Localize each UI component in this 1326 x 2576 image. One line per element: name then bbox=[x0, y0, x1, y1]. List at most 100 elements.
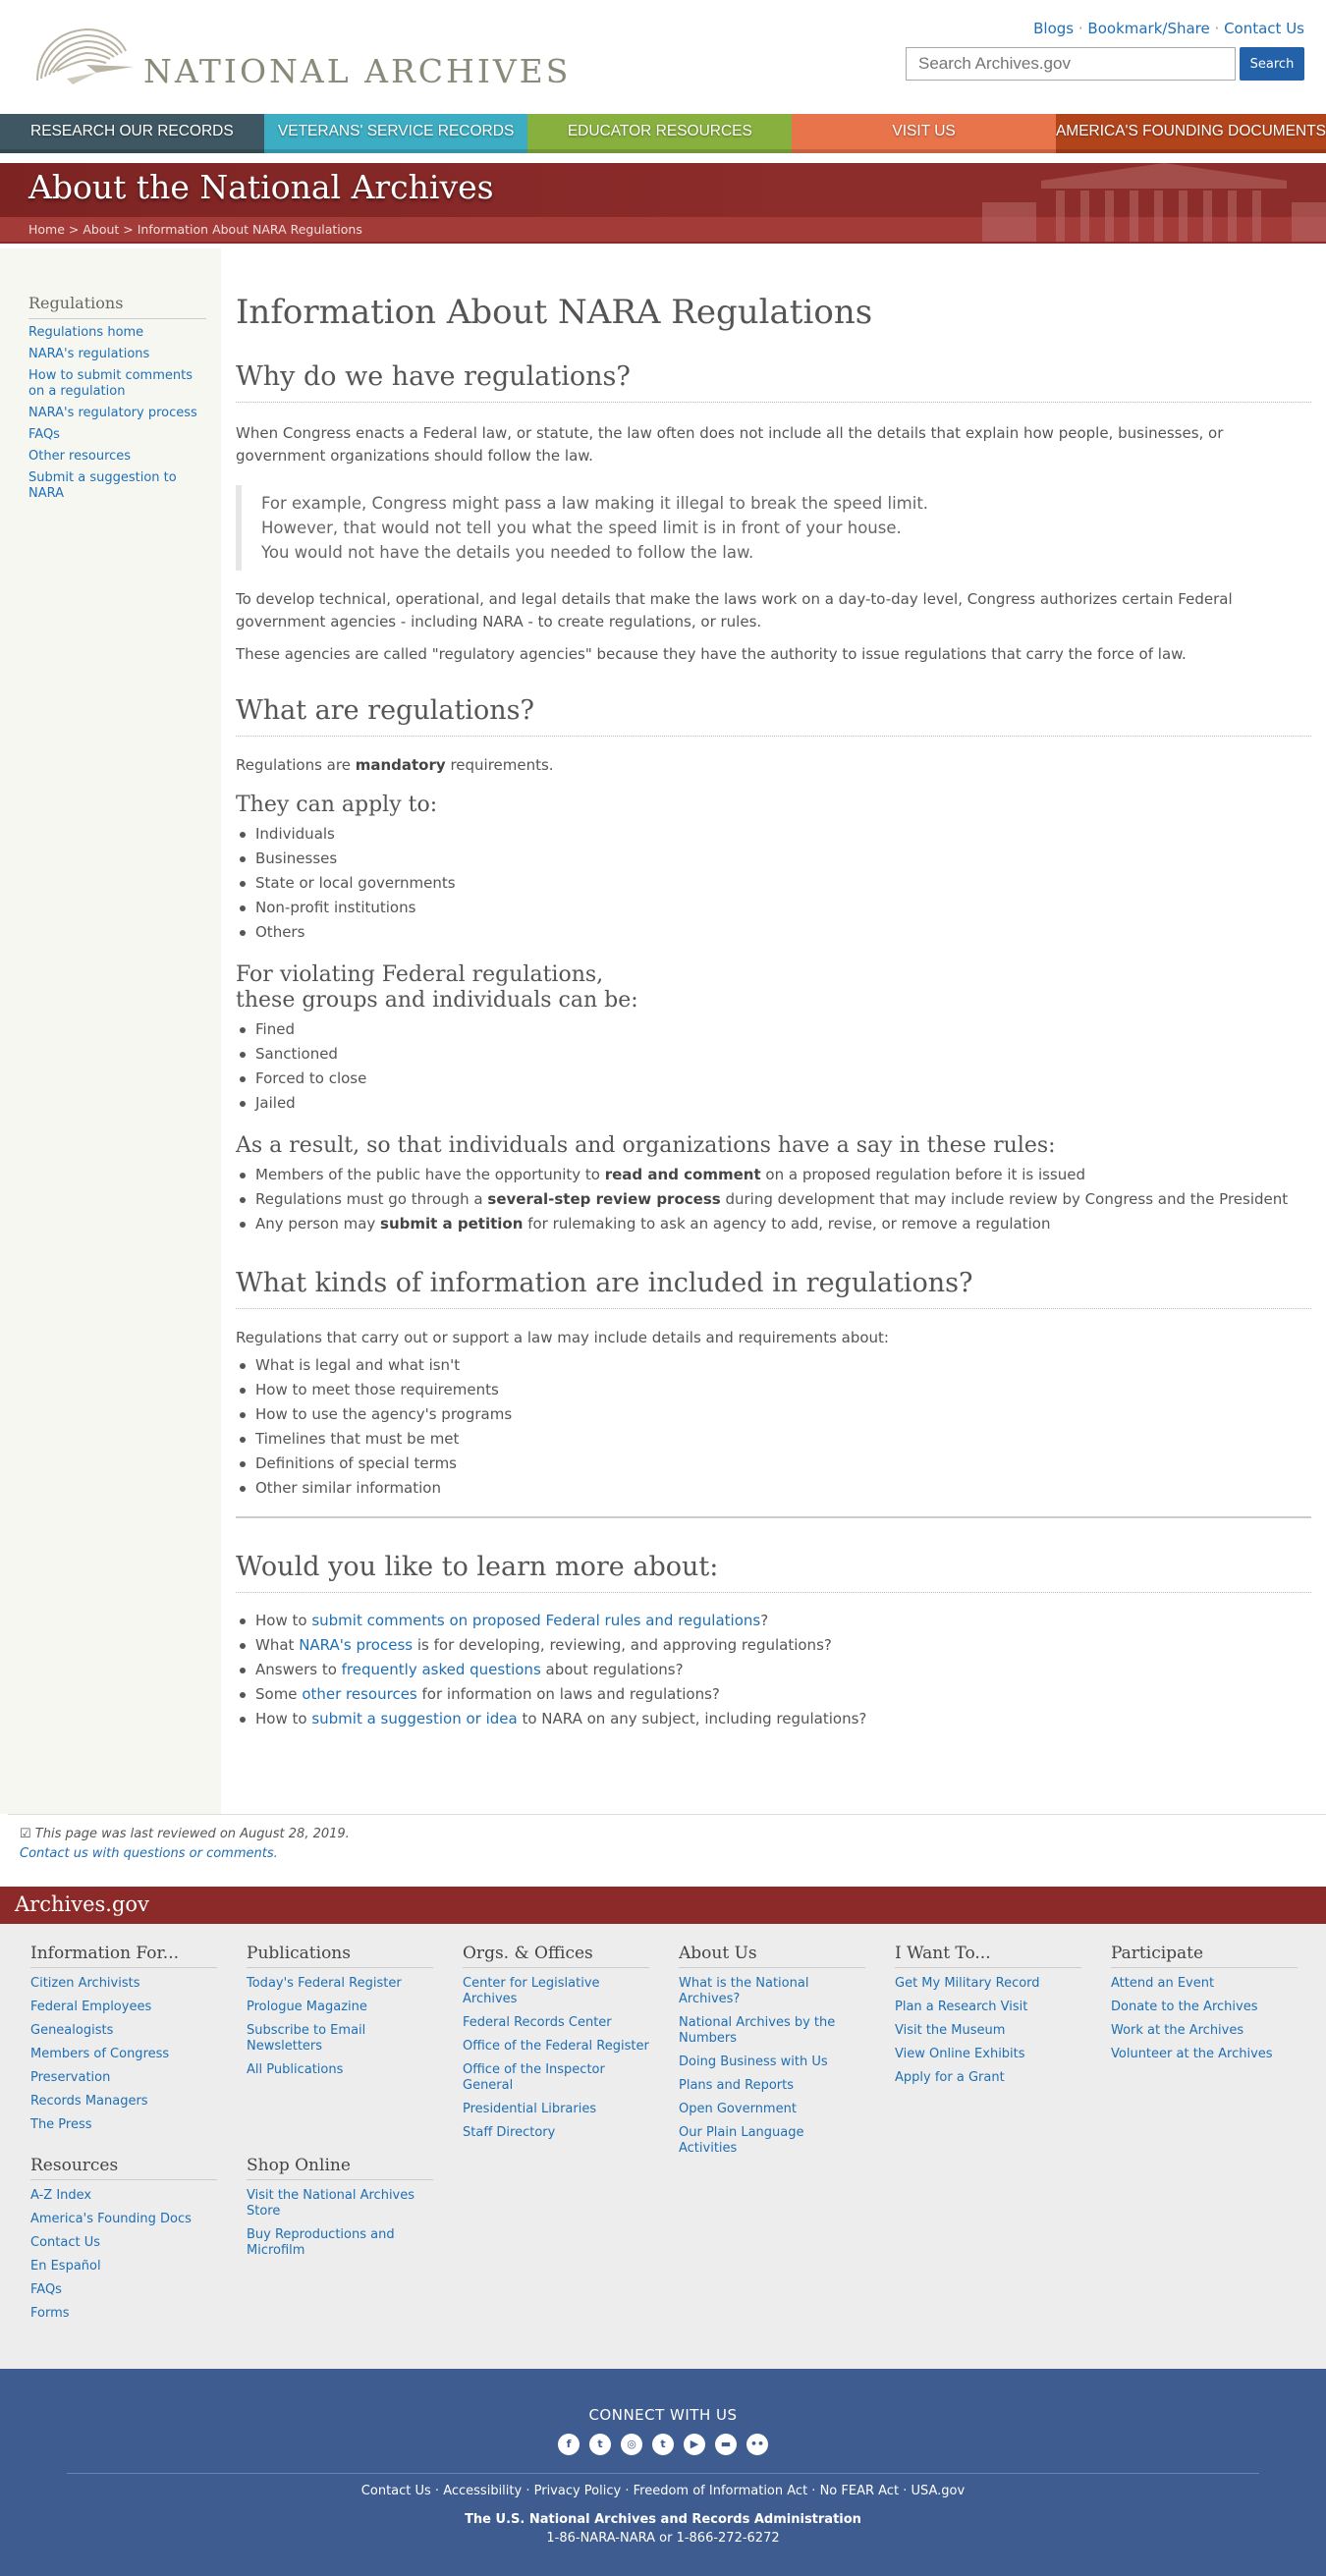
footer-link[interactable]: FAQs bbox=[30, 2282, 217, 2298]
footer-link[interactable]: Work at the Archives bbox=[1111, 2023, 1298, 2039]
other-resources-link[interactable]: other resources bbox=[302, 1685, 416, 1703]
footer-link[interactable]: America's Founding Docs bbox=[30, 2212, 217, 2227]
footer-link[interactable]: Contact Us bbox=[30, 2235, 217, 2251]
list-item: Some other resources for information on … bbox=[236, 1682, 1311, 1707]
footer-link[interactable]: Forms bbox=[30, 2306, 217, 2322]
sidebar-item-naras-regulations[interactable]: NARA's regulations bbox=[28, 347, 206, 362]
legal-links: Contact Us · Accessibility · Privacy Pol… bbox=[360, 2484, 966, 2498]
footer-link[interactable]: Plans and Reports bbox=[679, 2078, 865, 2094]
sidebar-item-other-resources[interactable]: Other resources bbox=[28, 449, 206, 465]
social-icons: f t ◎ t ▶ ▬ •• bbox=[0, 2434, 1326, 2455]
footer-link[interactable]: Genealogists bbox=[30, 2023, 217, 2039]
footer-link[interactable]: Staff Directory bbox=[463, 2125, 649, 2141]
faq-link[interactable]: frequently asked questions bbox=[342, 1661, 541, 1678]
search-form: Search bbox=[906, 47, 1304, 81]
bookmark-share-link[interactable]: Bookmark/Share bbox=[1087, 20, 1209, 37]
list-item: Jailed bbox=[236, 1091, 1311, 1116]
apply-list: Individuals Businesses State or local go… bbox=[236, 822, 1311, 945]
submit-suggestion-link[interactable]: submit a suggestion or idea bbox=[311, 1710, 517, 1727]
speed-limit-quote: For example, Congress might pass a law m… bbox=[236, 485, 1311, 571]
naras-process-link[interactable]: NARA's process bbox=[299, 1636, 413, 1654]
sidebar-item-faqs[interactable]: FAQs bbox=[28, 427, 206, 443]
legal-no-fear-link[interactable]: No FEAR Act bbox=[820, 2484, 899, 2498]
footer-link[interactable]: Our Plain Language Activities bbox=[679, 2125, 865, 2157]
footer-link[interactable]: Preservation bbox=[30, 2070, 217, 2086]
list-item: Any person may submit a petition for rul… bbox=[236, 1212, 1311, 1236]
kinds-intro: Regulations that carry out or support a … bbox=[236, 1329, 889, 1346]
youtube-icon[interactable]: ▶ bbox=[684, 2434, 705, 2455]
search-button[interactable]: Search bbox=[1240, 47, 1304, 81]
footer-link[interactable]: What is the National Archives? bbox=[679, 1976, 865, 2007]
footer-link[interactable]: En Español bbox=[30, 2259, 217, 2275]
footer-link[interactable]: Visit the Museum bbox=[895, 2023, 1081, 2039]
legal-accessibility-link[interactable]: Accessibility bbox=[443, 2484, 522, 2498]
footer-link[interactable]: Office of the Inspector General bbox=[463, 2062, 649, 2094]
footer-link[interactable]: Donate to the Archives bbox=[1111, 2000, 1298, 2015]
result-heading: As a result, so that individuals and org… bbox=[236, 1133, 1056, 1158]
footer-link[interactable]: National Archives by the Numbers bbox=[679, 2015, 865, 2047]
footer-link[interactable]: Office of the Federal Register bbox=[463, 2039, 649, 2055]
mandatory-paragraph: Regulations are mandatory requirements. bbox=[236, 756, 554, 774]
contact-us-questions-link[interactable]: Contact us with questions or comments. bbox=[20, 1846, 278, 1861]
breadcrumb-home[interactable]: Home bbox=[28, 222, 65, 237]
violate-list: Fined Sanctioned Forced to close Jailed bbox=[236, 1017, 1311, 1116]
legal-usagov-link[interactable]: USA.gov bbox=[911, 2484, 965, 2498]
footer-link[interactable]: Presidential Libraries bbox=[463, 2102, 649, 2117]
sidebar-item-submit-suggestion[interactable]: Submit a suggestion to NARA bbox=[28, 470, 206, 502]
tumblr-icon[interactable]: t bbox=[652, 2434, 674, 2455]
list-item: Forced to close bbox=[236, 1067, 1311, 1091]
flickr-icon[interactable]: •• bbox=[746, 2434, 768, 2455]
footer-link[interactable]: A-Z Index bbox=[30, 2188, 217, 2204]
blog-icon[interactable]: ▬ bbox=[715, 2434, 737, 2455]
legal-contact-link[interactable]: Contact Us bbox=[361, 2484, 431, 2498]
breadcrumb-about[interactable]: About bbox=[83, 222, 119, 237]
footer-link[interactable]: Records Managers bbox=[30, 2094, 217, 2110]
footer-link[interactable]: Federal Employees bbox=[30, 2000, 217, 2015]
footer-link[interactable]: Attend an Event bbox=[1111, 1976, 1298, 1992]
kinds-heading: What kinds of information are included i… bbox=[236, 1268, 1311, 1309]
footer-link[interactable]: Today's Federal Register bbox=[247, 1976, 433, 1992]
facebook-icon[interactable]: f bbox=[558, 2434, 580, 2455]
list-item: Members of the public have the opportuni… bbox=[236, 1163, 1311, 1187]
footer-link[interactable]: Doing Business with Us bbox=[679, 2055, 865, 2070]
sidebar-item-regulatory-process[interactable]: NARA's regulatory process bbox=[28, 406, 206, 421]
footer-link[interactable]: Visit the National Archives Store bbox=[247, 2188, 433, 2220]
nav-research-our-records[interactable]: Research Our Records bbox=[0, 114, 264, 153]
nav-founding-documents[interactable]: America's Founding Documents bbox=[1055, 114, 1326, 153]
submit-comments-link[interactable]: submit comments on proposed Federal rule… bbox=[311, 1612, 760, 1629]
footer-link[interactable]: Buy Reproductions and Microfilm bbox=[247, 2227, 433, 2259]
apply-heading: They can apply to: bbox=[236, 793, 438, 817]
footer-link[interactable]: Open Government bbox=[679, 2102, 865, 2117]
footer-link[interactable]: Volunteer at the Archives bbox=[1111, 2047, 1298, 2062]
nav-visit-us[interactable]: Visit Us bbox=[792, 114, 1056, 153]
footer-link[interactable]: View Online Exhibits bbox=[895, 2047, 1081, 2062]
twitter-icon[interactable]: t bbox=[589, 2434, 611, 2455]
footer-link[interactable]: Get My Military Record bbox=[895, 1976, 1081, 1992]
list-item: Fined bbox=[236, 1017, 1311, 1042]
nav-educator-resources[interactable]: Educator Resources bbox=[527, 114, 793, 153]
footer-link[interactable]: Prologue Magazine bbox=[247, 2000, 433, 2015]
footer-link[interactable]: All Publications bbox=[247, 2062, 433, 2078]
national-archives-logo[interactable]: NATIONAL ARCHIVES bbox=[28, 22, 571, 92]
footer-link[interactable]: Subscribe to Email Newsletters bbox=[247, 2023, 433, 2055]
footer-column-information-for: Information For... Citizen Archivists Fe… bbox=[30, 1944, 217, 2141]
footer-link[interactable]: Apply for a Grant bbox=[895, 2070, 1081, 2086]
footer-link[interactable]: Citizen Archivists bbox=[30, 1976, 217, 1992]
footer-link[interactable]: Center for Legislative Archives bbox=[463, 1976, 649, 2007]
main-content: Information About NARA Regulations Why d… bbox=[221, 248, 1326, 1814]
nav-veterans-service-records[interactable]: Veterans' Service Records bbox=[263, 114, 528, 153]
legal-privacy-link[interactable]: Privacy Policy bbox=[534, 2484, 622, 2498]
footer-column-orgs-offices: Orgs. & Offices Center for Legislative A… bbox=[463, 1944, 649, 2141]
footer-link[interactable]: Plan a Research Visit bbox=[895, 2000, 1081, 2015]
search-input[interactable] bbox=[906, 47, 1236, 81]
instagram-icon[interactable]: ◎ bbox=[621, 2434, 642, 2455]
footer-link[interactable]: Members of Congress bbox=[30, 2047, 217, 2062]
footer-link[interactable]: The Press bbox=[30, 2117, 217, 2133]
footer-link[interactable]: Federal Records Center bbox=[463, 2015, 649, 2031]
sidebar-item-submit-comments[interactable]: How to submit comments on a regulation bbox=[28, 368, 206, 400]
contact-us-link[interactable]: Contact Us bbox=[1224, 20, 1304, 37]
main-nav: Research Our Records Veterans' Service R… bbox=[0, 114, 1326, 153]
blogs-link[interactable]: Blogs bbox=[1033, 20, 1074, 37]
legal-foia-link[interactable]: Freedom of Information Act bbox=[634, 2484, 808, 2498]
sidebar-item-regulations-home[interactable]: Regulations home bbox=[28, 325, 206, 341]
